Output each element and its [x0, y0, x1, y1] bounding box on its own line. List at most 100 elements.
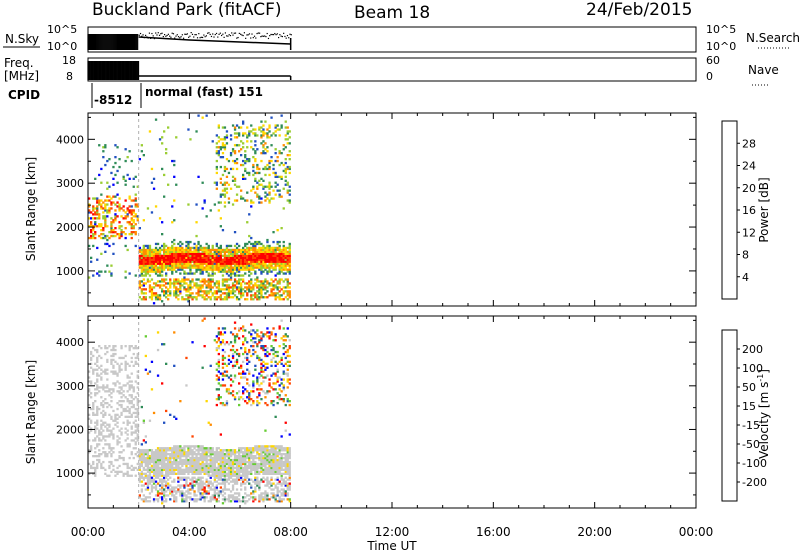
power-cell	[150, 268, 154, 271]
power-cell	[229, 244, 233, 248]
velocity-cell	[264, 478, 267, 481]
power-cell	[229, 274, 233, 277]
velocity-cell	[114, 382, 117, 385]
velocity-cell	[158, 451, 162, 454]
velocity-cell	[282, 478, 285, 481]
velocity-cell	[203, 488, 206, 491]
power-cell	[262, 256, 265, 259]
power-cell	[144, 266, 147, 269]
power-cell	[187, 284, 190, 287]
cpid-label: CPID	[8, 88, 40, 102]
velocity-cell	[264, 472, 267, 475]
power-cell	[286, 282, 289, 285]
power-cell	[272, 262, 275, 265]
power-cell	[102, 150, 105, 153]
velocity-cell	[185, 384, 188, 387]
power-cell	[258, 256, 261, 259]
velocity-cell	[268, 458, 271, 462]
power-cell	[233, 128, 237, 131]
velocity-cell	[258, 392, 261, 395]
power-cell	[169, 292, 172, 295]
velocity-cell	[272, 339, 275, 342]
velocity-cell	[272, 455, 275, 458]
velocity-cell	[112, 370, 115, 373]
power-cell	[209, 248, 212, 252]
power-cell	[161, 300, 164, 303]
nsearch-dot	[224, 32, 226, 34]
power-cell	[177, 294, 180, 297]
power-cell	[238, 126, 241, 129]
nsearch-dot	[175, 35, 177, 37]
velocity-cell	[122, 458, 125, 462]
velocity-cell	[195, 464, 198, 468]
velocity-cell	[276, 354, 279, 358]
velocity-cell	[179, 466, 182, 470]
velocity-cell	[221, 470, 225, 473]
velocity-cell	[128, 384, 131, 387]
power-cell	[235, 161, 239, 165]
power-cell	[114, 231, 117, 234]
power-cell	[262, 286, 265, 289]
velocity-cell	[193, 458, 196, 462]
velocity-cell	[238, 403, 241, 407]
velocity-cell	[240, 476, 243, 479]
power-cell	[244, 132, 247, 135]
power-cell	[270, 159, 273, 163]
velocity-cell	[242, 478, 245, 481]
power-cell	[268, 185, 271, 188]
velocity-cell	[144, 441, 147, 444]
power-colorbar-frame	[721, 120, 738, 300]
velocity-cell	[248, 360, 251, 363]
power-cell	[274, 148, 277, 151]
velocity-cell	[278, 388, 281, 391]
velocity-cell	[94, 413, 97, 416]
velocity-cell	[144, 472, 147, 475]
power-cell	[260, 248, 263, 252]
power-cell	[217, 268, 220, 271]
power-cell	[246, 171, 249, 175]
velocity-cell	[191, 488, 194, 491]
power-cell	[266, 128, 269, 131]
power-cell	[150, 278, 154, 281]
power-cell	[213, 298, 216, 301]
power-cell	[98, 173, 101, 177]
power-cell	[102, 217, 105, 220]
velocity-cell	[150, 458, 154, 462]
power-cell	[173, 266, 176, 269]
velocity-cell	[262, 464, 265, 468]
power-cell	[282, 163, 285, 167]
power-cell	[229, 187, 233, 190]
power-cell	[150, 270, 154, 273]
power-cell	[193, 252, 196, 255]
power-cell	[221, 142, 225, 145]
power-cell	[106, 211, 109, 214]
power-cell	[163, 292, 166, 295]
power-cell	[256, 193, 259, 196]
power-cell	[179, 290, 182, 293]
power-cell	[256, 195, 259, 198]
velocity-cell	[130, 372, 133, 375]
power-cell	[235, 296, 239, 299]
power-cell	[134, 233, 137, 236]
velocity-cell	[235, 335, 239, 338]
power-cell	[199, 248, 202, 252]
velocity-cell	[280, 455, 283, 458]
power-cell	[138, 254, 141, 257]
velocity-cell	[126, 470, 129, 473]
velocity-cell	[221, 402, 225, 405]
power-cell	[235, 254, 239, 257]
velocity-cell	[276, 455, 279, 458]
velocity-cell	[207, 447, 210, 450]
velocity-cell	[250, 335, 253, 338]
velocity-cell	[197, 460, 200, 464]
power-cell	[227, 201, 231, 204]
power-cell	[146, 248, 150, 252]
power-cell	[268, 187, 271, 190]
velocity-cell	[274, 470, 277, 473]
power-cell	[199, 256, 202, 259]
velocity-cell	[108, 429, 111, 432]
power-cell	[276, 156, 279, 159]
power-cell	[205, 246, 208, 250]
power-cell	[165, 278, 168, 281]
power-cell	[227, 268, 231, 271]
